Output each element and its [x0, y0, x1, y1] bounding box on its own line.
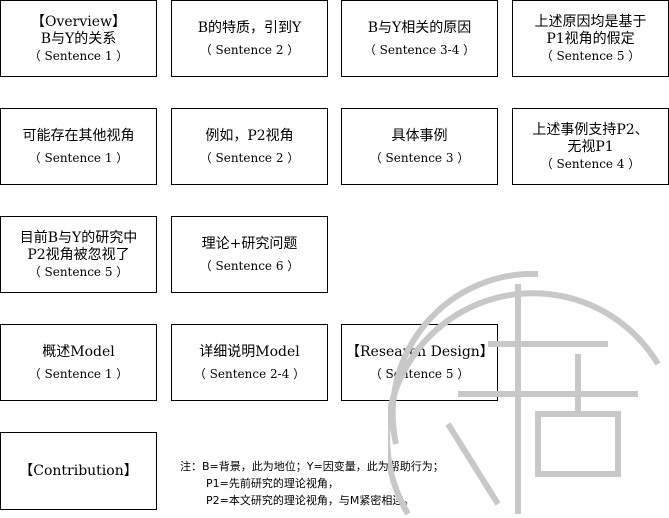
box-sentence: （ Sentence 3-4 ）	[363, 42, 476, 57]
box-title: 【Overview】 B与Y的关系	[30, 13, 127, 47]
box-sentence: （ Sentence 6 ）	[199, 258, 300, 273]
box-title: 具体事例	[391, 127, 448, 144]
box-model-overview: 概述Model （ Sentence 1 ）	[0, 324, 157, 401]
box-model-detail: 详细说明Model （ Sentence 2-4 ）	[171, 324, 328, 401]
watermark-seal-icon	[388, 270, 661, 516]
box-sentence: （ Sentence 5 ）	[540, 48, 641, 63]
box-other-perspectives: 可能存在其他视角 （ Sentence 1 ）	[0, 108, 157, 185]
box-title: 【Contribution】	[19, 462, 138, 479]
box-cases-support-p2: 上述事例支持P2、 无视P1 （ Sentence 4 ）	[512, 108, 669, 185]
box-title: 例如，P2视角	[205, 127, 294, 144]
box-title: B的特质，引到Y	[197, 19, 302, 36]
box-title: 可能存在其他视角	[22, 127, 135, 144]
box-sentence: （ Sentence 5 ）	[28, 264, 129, 279]
box-title: 上述原因均是基于 P1视角的假定	[534, 13, 647, 47]
box-reasons: B与Y相关的原因 （ Sentence 3-4 ）	[341, 0, 498, 77]
box-contribution: 【Contribution】	[0, 432, 157, 510]
box-sentence: （ Sentence 3 ）	[369, 150, 470, 165]
box-p1-assumption: 上述原因均是基于 P1视角的假定 （ Sentence 5 ）	[512, 0, 669, 77]
box-title: 目前B与Y的研究中 P2视角被忽视了	[19, 229, 138, 263]
box-specific-cases: 具体事例 （ Sentence 3 ）	[341, 108, 498, 185]
box-p2-example: 例如，P2视角 （ Sentence 2 ）	[171, 108, 328, 185]
box-overview: 【Overview】 B与Y的关系 （ Sentence 1 ）	[0, 0, 157, 77]
box-title: 概述Model	[42, 343, 115, 360]
box-b-traits: B的特质，引到Y （ Sentence 2 ）	[171, 0, 328, 77]
box-p2-ignored: 目前B与Y的研究中 P2视角被忽视了 （ Sentence 5 ）	[0, 216, 157, 293]
box-sentence: （ Sentence 1 ）	[28, 48, 129, 63]
box-title: B与Y相关的原因	[367, 19, 472, 36]
box-sentence: （ Sentence 2-4 ）	[193, 366, 306, 381]
box-sentence: （ Sentence 4 ）	[540, 156, 641, 171]
box-title: 理论+研究问题	[201, 235, 298, 252]
box-sentence: （ Sentence 1 ）	[28, 150, 129, 165]
box-title: 详细说明Model	[199, 343, 300, 360]
box-title: 上述事例支持P2、 无视P1	[532, 121, 649, 155]
box-sentence: （ Sentence 1 ）	[28, 366, 129, 381]
box-sentence: （ Sentence 2 ）	[199, 42, 300, 57]
box-sentence: （ Sentence 2 ）	[199, 150, 300, 165]
box-theory-question: 理论+研究问题 （ Sentence 6 ）	[171, 216, 328, 293]
